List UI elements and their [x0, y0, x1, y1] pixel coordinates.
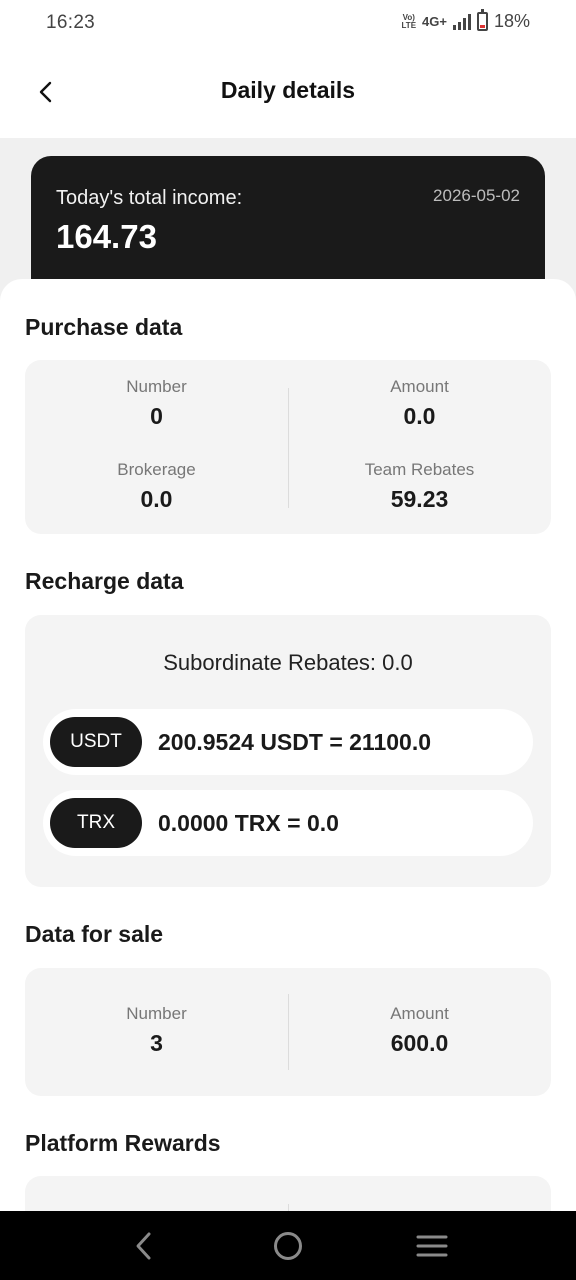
battery-icon — [476, 9, 488, 31]
usdt-badge: USDT — [50, 717, 142, 767]
home-icon — [274, 1232, 302, 1260]
back-icon — [136, 1232, 151, 1260]
divider — [288, 388, 289, 508]
stat-label: Number — [126, 1004, 187, 1023]
trx-value: 0.0000 TRX = 0.0 — [158, 809, 339, 836]
sale-amount: Amount 600.0 — [288, 1004, 551, 1057]
rewards-section-title: Platform Rewards — [25, 1130, 221, 1156]
coin-row-trx: TRX 0.0000 TRX = 0.0 — [43, 790, 533, 856]
stat-label: Team Rebates — [364, 460, 475, 479]
system-nav-bar — [0, 1211, 576, 1280]
trx-badge: TRX — [50, 798, 142, 848]
purchase-number: Number 0 — [25, 377, 288, 430]
app-header: Daily details — [0, 46, 576, 138]
recharge-section-title: Recharge data — [25, 568, 184, 594]
network-type: 4G+ — [422, 14, 447, 29]
status-bar: 16:23 Vo) LTE 4G+ 18% — [0, 0, 576, 46]
purchase-brokerage: Brokerage 0.0 — [25, 460, 288, 513]
purchase-amount: Amount 0.0 — [288, 377, 551, 430]
content-sheet: Purchase data Number 0 Amount 0.0 Broker… — [0, 279, 576, 1280]
subordinate-rebates: Subordinate Rebates: 0.0 — [163, 650, 413, 675]
coin-row-usdt: USDT 200.9524 USDT = 21100.0 — [43, 709, 533, 775]
menu-icon — [416, 1235, 448, 1257]
status-indicators: Vo) LTE 4G+ 18% — [401, 9, 530, 32]
purchase-team-rebates: Team Rebates 59.23 — [288, 460, 551, 513]
sale-number: Number 3 — [25, 1004, 288, 1057]
income-value: 164.73 — [56, 218, 157, 255]
purchase-section-title: Purchase data — [25, 314, 183, 340]
stat-value: 0.0 — [403, 403, 436, 429]
stat-value: 600.0 — [390, 1030, 449, 1056]
income-date: 2026-05-02 — [433, 186, 520, 205]
signal-icon — [452, 13, 471, 30]
page-title: Daily details — [220, 77, 356, 103]
stat-label: Number — [126, 377, 187, 396]
recharge-panel: Subordinate Rebates: 0.0 USDT 200.9524 U… — [25, 615, 551, 887]
nav-back-button[interactable] — [124, 1229, 164, 1263]
purchase-panel: Number 0 Amount 0.0 Brokerage 0.0 Team R… — [25, 360, 551, 534]
stat-value: 3 — [150, 1030, 163, 1056]
stat-value: 0.0 — [140, 486, 173, 512]
volte-icon: Vo) LTE — [401, 12, 417, 30]
nav-menu-button[interactable] — [412, 1229, 452, 1263]
stat-value: 59.23 — [390, 486, 449, 512]
status-time: 16:23 — [46, 12, 96, 33]
usdt-value: 200.9524 USDT = 21100.0 — [158, 728, 432, 755]
income-label: Today's total income: — [56, 187, 243, 209]
sale-section-title: Data for sale — [25, 921, 164, 947]
nav-home-button[interactable] — [268, 1229, 308, 1263]
screen: 16:23 Vo) LTE 4G+ 18% Daily details Toda… — [0, 0, 576, 1280]
stat-label: Amount — [390, 1004, 449, 1023]
battery-percent: 18% — [493, 11, 530, 31]
stat-value: 0 — [150, 403, 163, 429]
divider — [288, 994, 289, 1070]
stat-label: Brokerage — [117, 460, 196, 479]
sale-panel: Number 3 Amount 600.0 — [25, 968, 551, 1096]
stat-label: Amount — [390, 377, 449, 396]
